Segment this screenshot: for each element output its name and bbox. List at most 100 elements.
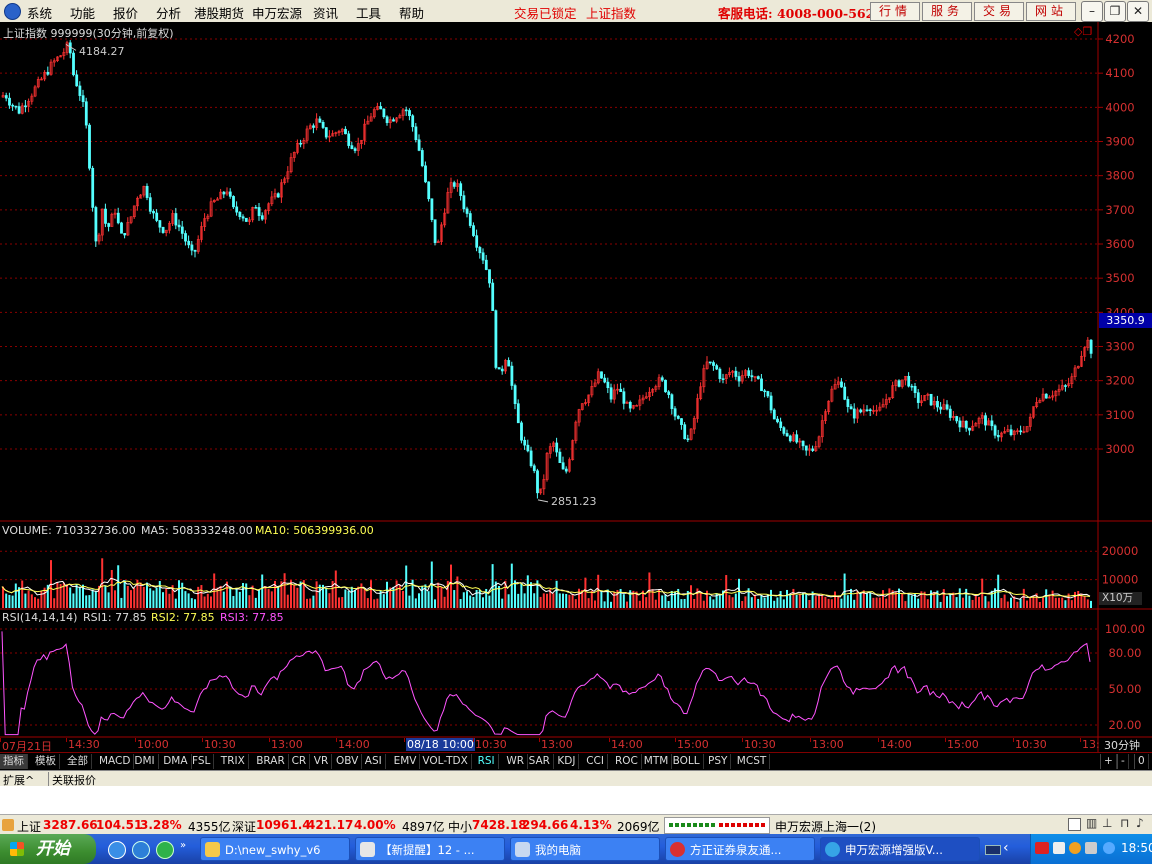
indicator-tab-macd[interactable]: MACD [96,754,135,769]
volume-bar [1074,591,1076,608]
browser-icon[interactable] [132,841,150,859]
network-icon[interactable] [1069,842,1081,854]
volume-tray-icon[interactable] [1053,842,1065,854]
trade-lock-status[interactable]: 交易已锁定 [514,3,577,22]
kline-chart[interactable]: 4200410040003900380037003600350034003300… [0,22,1152,752]
candle-body [408,110,411,117]
indicator-tab-fsl[interactable]: FSL [189,754,215,769]
indicator-tab-trix[interactable]: TRIX [218,754,249,769]
task-swhy[interactable]: 申万宏源增强版V... [820,837,980,861]
indicator-tab-cr[interactable]: CR [289,754,311,769]
menu-quote[interactable]: 报价 [113,3,138,22]
signal-icon[interactable]: ▥ [1086,816,1097,830]
indicator-tab-vol-tdx[interactable]: VOL-TDX [419,754,472,769]
indicator-tab-psy[interactable]: PSY [705,754,732,769]
indicator-tab-rsi[interactable]: RSI [475,754,499,769]
indicator-tab-emv[interactable]: EMV [391,754,421,769]
task-folder[interactable]: D:\new_swhy_v6 [200,837,350,861]
volume-bar [296,587,299,608]
indicator-tab-wr[interactable]: WR [503,754,529,769]
menu-swhy[interactable]: 申万宏源 [252,3,302,22]
server-name[interactable]: 申万宏源上海一(2) [775,818,876,835]
candle-body [145,185,149,198]
candle-body [513,385,517,405]
minimize-icon[interactable]: – [1081,1,1103,22]
market-button[interactable]: 行情 [870,2,920,21]
tab-control-2[interactable]: 0 [1134,754,1149,769]
volume-bar [840,598,843,608]
panel-toggle-icon[interactable]: ◇❐ [1074,25,1092,38]
layout-icon[interactable] [1068,818,1081,831]
volume-bar [610,601,612,608]
start-button[interactable]: 开始 [0,834,96,864]
task-fangzheng[interactable]: 方正证券泉友通... [665,837,815,861]
period-label[interactable]: 30分钟 [1104,737,1140,753]
restore-icon[interactable]: ❐ [1104,1,1126,22]
volume-bar [1070,600,1073,608]
candle-body [561,462,565,470]
menu-tools[interactable]: 工具 [356,3,381,22]
ie-icon[interactable] [108,841,126,859]
indicator-tab-asi[interactable]: ASI [362,754,386,769]
app-logo-icon[interactable] [4,3,21,20]
zx-change: 294.66 [522,818,569,832]
candle-body [254,207,258,209]
indicator-tab-sar[interactable]: SAR [526,754,554,769]
lock-icon[interactable]: ⊓ [1120,816,1129,830]
indicator-tab-全部[interactable]: 全部 [64,754,92,769]
indicator-tab-模板[interactable]: 模板 [32,754,60,769]
indicator-tab-kdj[interactable]: KDJ [554,754,580,769]
menu-system[interactable]: 系统 [27,3,52,22]
indicator-tab-obv[interactable]: OBV [333,754,363,769]
trade-button[interactable]: 交易 [974,2,1024,21]
volume-bar [200,585,203,608]
volume-bar [1010,597,1012,608]
task-my-computer[interactable]: 我的电脑 [510,837,660,861]
service-button[interactable]: 服务 [922,2,972,21]
task-reminder[interactable]: 【新提醒】12 - ... [355,837,505,861]
menu-hk-futures[interactable]: 港股期货 [194,3,244,22]
sound-icon[interactable]: ♪ [1136,816,1144,830]
sz-name[interactable]: 深证 [232,818,256,835]
volume-bar [853,599,856,608]
status-arrow-icon[interactable] [2,819,14,831]
indicator-tab-cci[interactable]: CCI [583,754,608,769]
update-icon[interactable] [1103,842,1115,854]
menu-analysis[interactable]: 分析 [156,3,181,22]
rsi-tick-label: 50.00 [1109,682,1142,696]
volume-bar [283,573,286,608]
menu-news[interactable]: 资讯 [313,3,338,22]
candle-body [344,128,347,135]
indicator-tab-指标[interactable]: 指标 [0,754,28,769]
keyboard-icon[interactable] [985,845,1001,855]
volume-bar [142,586,145,608]
chart-area[interactable]: 4200410040003900380037003600350034003300… [0,22,1152,786]
menu-help[interactable]: 帮助 [399,3,424,22]
indicator-tab-dma[interactable]: DMA [160,754,192,769]
candle-body [507,360,511,367]
indicator-tab-mtm[interactable]: MTM [641,754,673,769]
sh-name[interactable]: 上证 [17,818,41,835]
indicator-tab-boll[interactable]: BOLL [670,754,704,769]
indicator-tab-vr[interactable]: VR [311,754,333,769]
indicator-tab-dmi[interactable]: DMI [131,754,159,769]
indicator-tab-mcst[interactable]: MCST [734,754,771,769]
tray-expand-icon[interactable]: ‹ [1003,840,1009,856]
volume-bar [757,598,760,608]
close-icon[interactable]: ✕ [1127,1,1149,22]
security-icon[interactable] [1085,842,1097,854]
indicator-tab-roc[interactable]: ROC [612,754,642,769]
volume-bar [507,594,510,608]
chrome-icon[interactable] [156,841,174,859]
menu-function[interactable]: 功能 [70,3,95,22]
tab-control-1[interactable]: - [1117,754,1129,769]
current-index-link[interactable]: 上证指数 [586,3,636,22]
indicator-tab-brar[interactable]: BRAR [253,754,289,769]
flag-icon[interactable] [1035,842,1049,854]
extension-panel [0,786,1152,814]
tab-control-0[interactable]: + [1100,754,1117,769]
antenna-icon[interactable]: ⊥ [1102,816,1112,830]
quicklaunch-expand-icon[interactable]: » [180,840,186,851]
zx-name[interactable]: 中小 [448,818,472,835]
website-button[interactable]: 网站 [1026,2,1076,21]
